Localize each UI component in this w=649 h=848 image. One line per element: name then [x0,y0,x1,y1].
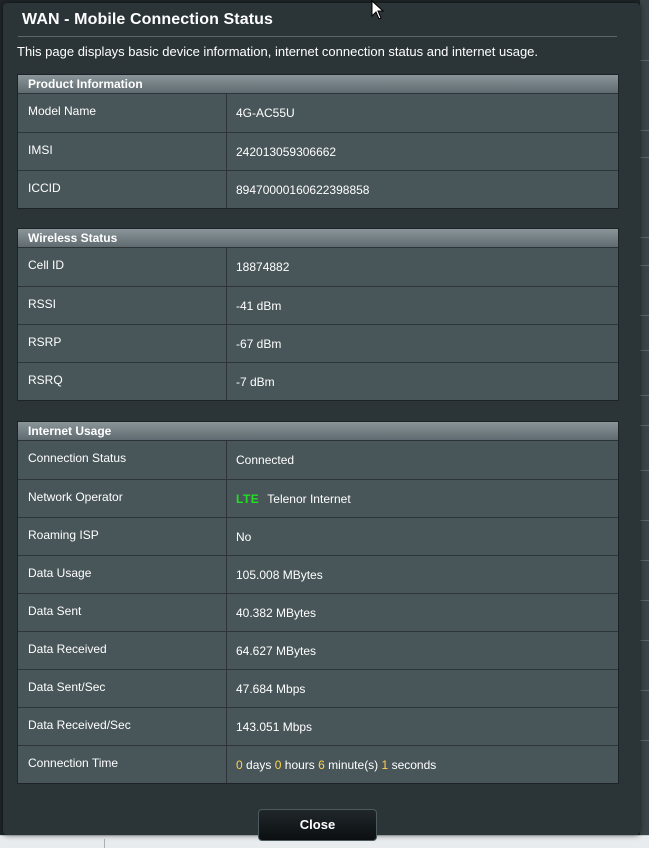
table-row: Cell ID 18874882 [18,248,618,286]
table-row: RSSI -41 dBm [18,286,618,324]
row-value: 64.627 MBytes [227,632,618,669]
row-value: 18874882 [227,248,618,286]
minutes-count: 6 [318,758,325,772]
row-value: 40.382 MBytes [227,594,618,631]
table-row: Model Name 4G-AC55U [18,94,618,132]
table-row: Data Usage 105.008 MBytes [18,555,618,593]
row-value: 4G-AC55U [227,94,618,132]
row-label: Roaming ISP [18,518,227,555]
row-value: 47.684 Mbps [227,670,618,707]
background-page-edge [640,0,649,847]
row-label: RSRQ [18,363,227,400]
table-row: RSRP -67 dBm [18,324,618,362]
row-value: 242013059306662 [227,133,618,170]
seconds-unit: seconds [391,758,437,772]
internet-usage-section: Internet Usage Connection Status Connect… [17,421,619,784]
lte-badge: LTE [236,492,260,506]
row-label: Cell ID [18,248,227,286]
row-label: Data Sent/Sec [18,670,227,707]
title-divider [18,36,617,37]
row-value: 105.008 MBytes [227,556,618,593]
row-label: Network Operator [18,480,227,517]
minutes-unit: minute(s) [328,758,379,772]
row-value: -7 dBm [227,363,618,400]
dialog-description: This page displays basic device informat… [17,44,539,59]
table-row: Data Received/Sec 143.051 Mbps [18,707,618,745]
row-label: Data Received/Sec [18,708,227,745]
mouse-pointer-icon [371,0,385,20]
days-unit: days [246,758,272,772]
section-header: Wireless Status [18,229,618,248]
row-value: No [227,518,618,555]
dialog-title: WAN - Mobile Connection Status [22,11,273,28]
hours-count: 0 [274,758,282,772]
row-value: -41 dBm [227,287,618,324]
close-button[interactable]: Close [258,809,377,841]
row-label: RSRP [18,325,227,362]
section-header: Product Information [18,75,618,94]
table-row: Network Operator LTE Telenor Internet [18,479,618,517]
row-value: Connected [227,441,618,479]
section-header: Internet Usage [18,422,618,441]
row-label: RSSI [18,287,227,324]
wireless-status-section: Wireless Status Cell ID 18874882 RSSI -4… [17,228,619,401]
table-row: Data Sent 40.382 MBytes [18,593,618,631]
table-row: Roaming ISP No [18,517,618,555]
row-value: 143.051 Mbps [227,708,618,745]
days-count: 0 [236,758,243,772]
connection-time-value: 0 days 0 hours 6 minute(s) 1 seconds [227,746,618,783]
seconds-count: 1 [381,758,389,772]
row-value: LTE Telenor Internet [227,480,618,517]
row-label: Connection Status [18,441,227,479]
row-label: Data Received [18,632,227,669]
table-row: Connection Time 0 days 0 hours 6 minute(… [18,745,618,783]
row-label: ICCID [18,171,227,208]
table-row: Data Received 64.627 MBytes [18,631,618,669]
row-label: Connection Time [18,746,227,783]
table-row: ICCID 89470000160622398858 [18,170,618,208]
row-label: Model Name [18,94,227,132]
row-label: IMSI [18,133,227,170]
table-row: IMSI 242013059306662 [18,132,618,170]
table-row: Connection Status Connected [18,441,618,479]
table-row: RSRQ -7 dBm [18,362,618,400]
hours-unit: hours [284,758,315,772]
table-row: Data Sent/Sec 47.684 Mbps [18,669,618,707]
network-operator-value: Telenor Internet [267,492,351,506]
row-value: -67 dBm [227,325,618,362]
product-information-section: Product Information Model Name 4G-AC55U … [17,74,619,209]
row-label: Data Sent [18,594,227,631]
row-value: 89470000160622398858 [227,171,618,208]
row-label: Data Usage [18,556,227,593]
mobile-connection-status-dialog: WAN - Mobile Connection Status This page… [3,3,640,841]
